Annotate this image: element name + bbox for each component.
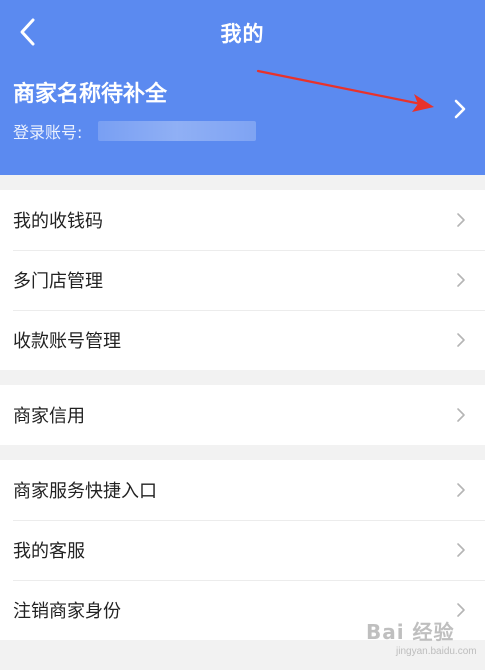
merchant-name[interactable]: 商家名称待补全 (13, 76, 167, 108)
account-row: 登录账号: (13, 119, 257, 143)
menu-item-label: 商家信用 (13, 406, 85, 427)
chevron-right-icon (457, 408, 465, 422)
chevron-right-icon (457, 333, 465, 347)
menu-group-2: 商家信用 (0, 385, 485, 445)
menu-item-label: 多门店管理 (13, 271, 103, 292)
account-label: 登录账号: (13, 123, 83, 142)
menu-item-multi-store[interactable]: 多门店管理 (0, 250, 485, 310)
account-value-masked (98, 121, 257, 141)
menu-item-service-shortcut[interactable]: 商家服务快捷入口 (0, 460, 485, 520)
menu-item-label: 商家服务快捷入口 (13, 481, 157, 502)
chevron-right-icon (457, 483, 465, 497)
menu-item-label: 我的客服 (13, 541, 85, 562)
page-title: 我的 (220, 22, 265, 46)
chevron-right-icon (457, 273, 465, 287)
menu-item-receiving-account[interactable]: 收款账号管理 (0, 310, 485, 370)
watermark-sub: jingyan.baidu.com (396, 646, 477, 657)
menu-group-3: 商家服务快捷入口 我的客服 注销商家身份 (0, 460, 485, 640)
profile-header: 我的 商家名称待补全 登录账号: (0, 0, 485, 175)
menu-item-label: 收款账号管理 (13, 331, 121, 352)
watermark-text: Bai 经验 (366, 620, 455, 644)
menu-item-customer-service[interactable]: 我的客服 (0, 520, 485, 580)
menu-item-label: 注销商家身份 (13, 601, 121, 622)
menu-item-merchant-credit[interactable]: 商家信用 (0, 385, 485, 445)
chevron-right-icon (457, 213, 465, 227)
watermark: Bai 经验 jingyan.baidu.com (366, 616, 478, 662)
chevron-right-icon[interactable] (447, 96, 473, 122)
menu-item-label: 我的收钱码 (13, 211, 103, 232)
chevron-right-icon (457, 543, 465, 557)
menu-group-1: 我的收钱码 多门店管理 收款账号管理 (0, 190, 485, 370)
menu-item-payment-code[interactable]: 我的收钱码 (0, 190, 485, 250)
